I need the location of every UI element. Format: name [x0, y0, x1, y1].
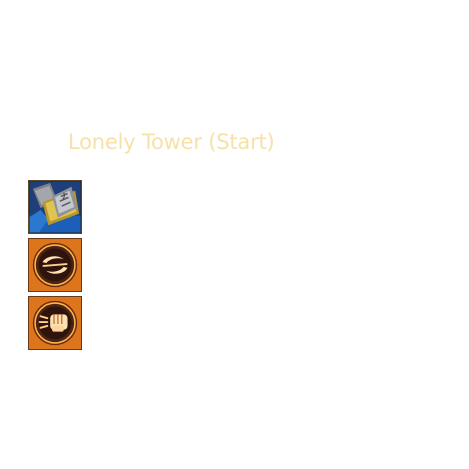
- swirl-rune-ability-icon[interactable]: [28, 238, 82, 292]
- build-title: Lonely Tower (Start): [68, 130, 275, 154]
- fist-rune-ability-icon[interactable]: [28, 296, 82, 350]
- build-panel: Lonely Tower (Start): [0, 0, 469, 469]
- stone-tablet-item-icon[interactable]: [28, 180, 82, 234]
